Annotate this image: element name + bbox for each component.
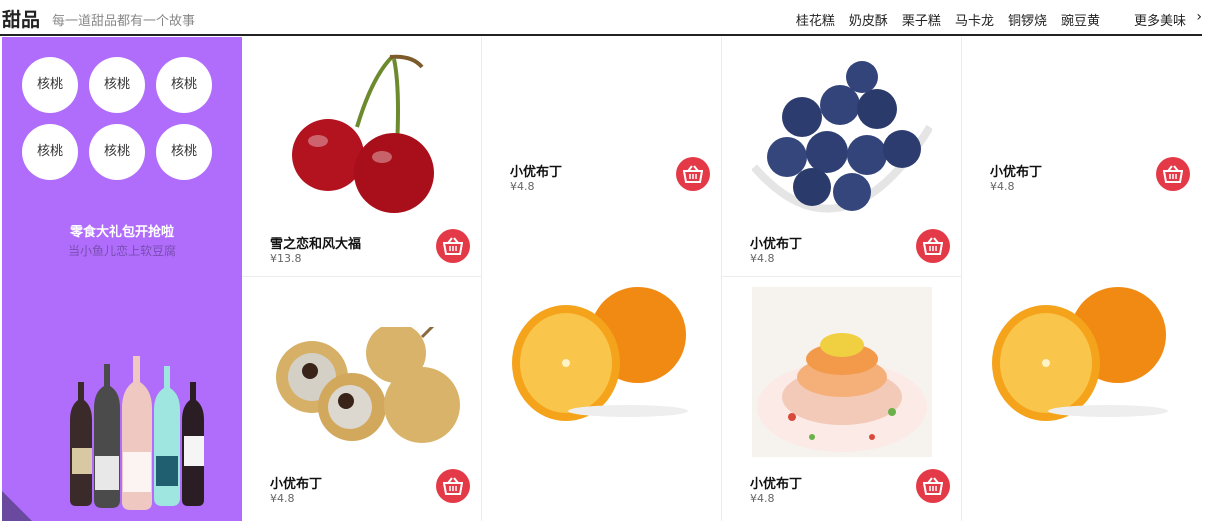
product-card[interactable]: 小优布丁 ¥4.8 [962,37,1202,521]
product-price: ¥4.8 [510,180,535,193]
blueberry-image [752,61,932,227]
basket-icon [923,237,943,255]
section-header: 甜品 每一道甜品都有一个故事 桂花糕 奶皮酥 栗子糕 马卡龙 铜锣烧 豌豆黄 更… [0,0,1202,36]
tag-bubble[interactable]: 核桃 [89,124,145,180]
tag-bubble[interactable]: 核桃 [156,124,212,180]
category-nav: 桂花糕 奶皮酥 栗子糕 马卡龙 铜锣烧 豌豆黄 更多美味 › [782,9,1202,29]
basket-icon [923,477,943,495]
basket-icon [443,477,463,495]
cart-button[interactable] [916,229,950,263]
product-card[interactable]: 小优布丁 ¥4.8 [722,277,962,521]
product-price: ¥4.8 [270,492,295,505]
cart-button[interactable] [916,469,950,503]
basket-icon [683,165,703,183]
dessert-plate-image [752,287,932,457]
product-name: 小优布丁 [270,477,323,492]
nav-item[interactable]: 铜锣烧 [1008,10,1047,29]
product-name: 小优布丁 [750,237,803,252]
product-grid: 雪之恋和风大福 ¥13.8 小优布丁 ¥4.8 小优布丁 ¥4.8 小优布丁 ¥… [242,37,1202,521]
cart-button[interactable] [436,469,470,503]
orange-image [992,287,1168,421]
product-name: 小优布丁 [990,165,1043,180]
basket-icon [1163,165,1183,183]
promo-title: 零食大礼包开抢啦 [69,225,174,240]
wine-bottles-image [70,356,204,510]
nav-item[interactable]: 桂花糕 [796,10,835,29]
product-card[interactable]: 小优布丁 ¥4.8 [242,277,482,521]
more-label: 更多美味 [1133,14,1186,29]
section-subtitle: 每一道甜品都有一个故事 [52,14,196,29]
corner-decoration [2,491,32,521]
promo-sidebar[interactable]: 核桃 核桃 核桃 核桃 核桃 核桃 零食大礼包开抢啦 当小鱼儿恋上软豆腐 [2,37,242,521]
product-card[interactable]: 雪之恋和风大福 ¥13.8 [242,37,482,277]
section-title: 甜品 [2,9,41,31]
tag-bubble[interactable]: 核桃 [89,57,145,113]
product-card[interactable]: 小优布丁 ¥4.8 [722,37,962,277]
product-price: ¥4.8 [990,180,1015,193]
cherry-image [292,54,434,213]
nav-item[interactable]: 栗子糕 [902,10,941,29]
longan-image [276,327,460,443]
orange-image [512,287,688,421]
chevron-right-icon: › [1196,9,1202,25]
cart-button[interactable] [1156,157,1190,191]
product-price: ¥13.8 [270,252,302,265]
product-name: 小优布丁 [510,165,563,180]
product-card[interactable]: 小优布丁 ¥4.8 [482,37,722,521]
nav-item[interactable]: 奶皮酥 [849,10,888,29]
tag-bubble[interactable]: 核桃 [156,57,212,113]
tag-bubble[interactable]: 核桃 [22,124,78,180]
product-price: ¥4.8 [750,252,775,265]
nav-item[interactable]: 豌豆黄 [1061,10,1100,29]
product-name: 雪之恋和风大福 [270,237,362,252]
cart-button[interactable] [436,229,470,263]
product-name: 小优布丁 [750,477,803,492]
cart-button[interactable] [676,157,710,191]
product-price: ¥4.8 [750,492,775,505]
basket-icon [443,237,463,255]
more-link[interactable]: 更多美味 › [1133,9,1202,29]
tag-bubble[interactable]: 核桃 [22,57,78,113]
nav-item[interactable]: 马卡龙 [955,10,994,29]
promo-subtitle: 当小鱼儿恋上软豆腐 [67,244,176,258]
